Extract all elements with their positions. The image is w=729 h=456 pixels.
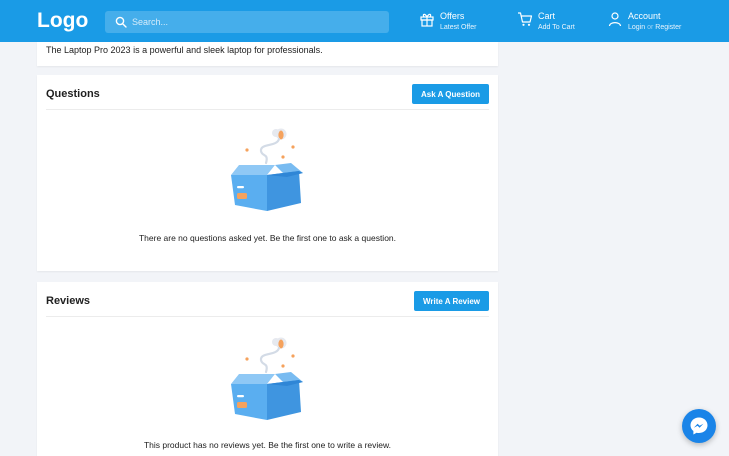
- nav-account-label: Account: [628, 11, 661, 21]
- reviews-empty-message: This product has no reviews yet. Be the …: [143, 440, 392, 450]
- nav-offers[interactable]: Offers Latest Offer: [419, 9, 489, 35]
- nav-account-sub: Login or Register: [628, 24, 681, 31]
- questions-empty-message: There are no questions asked yet. Be the…: [138, 233, 397, 243]
- nav-cart-sub: Add To Cart: [538, 24, 575, 31]
- messenger-chat-button[interactable]: [682, 409, 716, 443]
- nav-account[interactable]: Account Login or Register: [607, 9, 697, 35]
- product-description: The Laptop Pro 2023 is a powerful and sl…: [46, 45, 323, 55]
- questions-section: Questions Ask A Question There are no qu…: [37, 75, 498, 271]
- register-link[interactable]: Register: [655, 24, 681, 31]
- reviews-divider: [46, 316, 489, 317]
- top-header: Logo Offers Latest Offer Cart Add To Car…: [0, 0, 729, 42]
- questions-title: Questions: [46, 88, 100, 100]
- empty-box-icon: [231, 337, 303, 420]
- logo[interactable]: Logo: [37, 9, 88, 33]
- questions-divider: [46, 109, 489, 110]
- empty-box-icon: [231, 128, 303, 211]
- description-card: The Laptop Pro 2023 is a powerful and sl…: [37, 42, 498, 66]
- cart-icon: [518, 12, 533, 26]
- messenger-icon: [690, 417, 708, 435]
- search-input[interactable]: [132, 13, 382, 31]
- login-link[interactable]: Login: [628, 24, 645, 31]
- reviews-title: Reviews: [46, 295, 91, 307]
- search-icon: [115, 16, 127, 28]
- write-review-button[interactable]: Write A Review: [414, 291, 489, 311]
- nav-offers-label: Offers: [440, 11, 465, 21]
- ask-question-button[interactable]: Ask A Question: [412, 84, 489, 104]
- gift-icon: [420, 13, 434, 27]
- search-bar[interactable]: [105, 11, 389, 33]
- nav-cart-label: Cart: [538, 11, 556, 21]
- login-separator: or: [647, 24, 654, 31]
- user-icon: [608, 12, 622, 27]
- reviews-section: Reviews Write A Review This product has …: [37, 282, 498, 456]
- nav-offers-sub: Latest Offer: [440, 24, 477, 31]
- nav-cart[interactable]: Cart Add To Cart: [517, 9, 587, 35]
